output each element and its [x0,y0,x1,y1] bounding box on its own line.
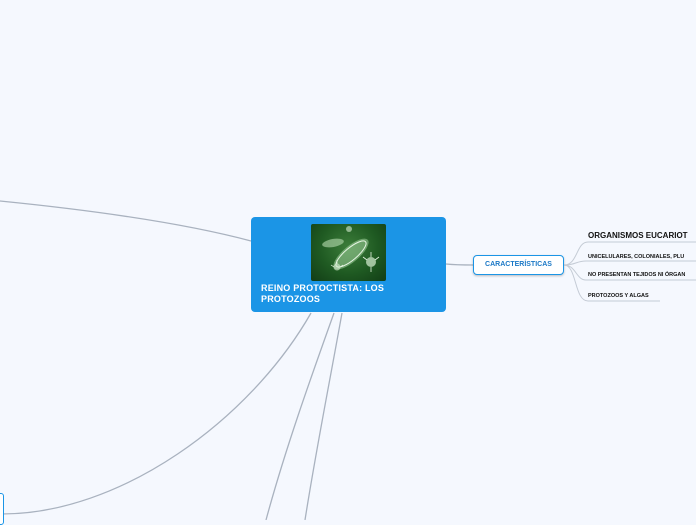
leaf-topic-2[interactable]: UNICELULARES, COLONIALES, PLU [588,254,684,260]
connector-central-to-subtopic [445,263,474,266]
connector-leaf-2 [563,260,696,266]
connector-left-top [0,200,252,242]
connector-left-bottom [0,312,312,515]
central-topic-node[interactable]: REINO PROTOCTISTA: LOS PROTOZOOS [251,217,446,312]
subtopic-caracteristicas[interactable]: CARACTERÍSTICAS [473,255,564,275]
central-topic-title: REINO PROTOCTISTA: LOS PROTOZOOS [261,283,385,304]
microorganism-photo-icon [311,224,386,281]
leaf-topic-1[interactable]: ORGANISMOS EUCARIOT [588,231,688,240]
connector-down-1 [265,312,335,520]
leaf-topic-4[interactable]: PROTOZOOS Y ALGAS [588,293,649,299]
leaf-topic-3[interactable]: NO PRESENTAN TEJIDOS NI ÓRGAN [588,272,685,278]
offscreen-node-left[interactable] [0,493,4,525]
mind-map-canvas: REINO PROTOCTISTA: LOS PROTOZOOS CARACTE… [0,0,696,525]
